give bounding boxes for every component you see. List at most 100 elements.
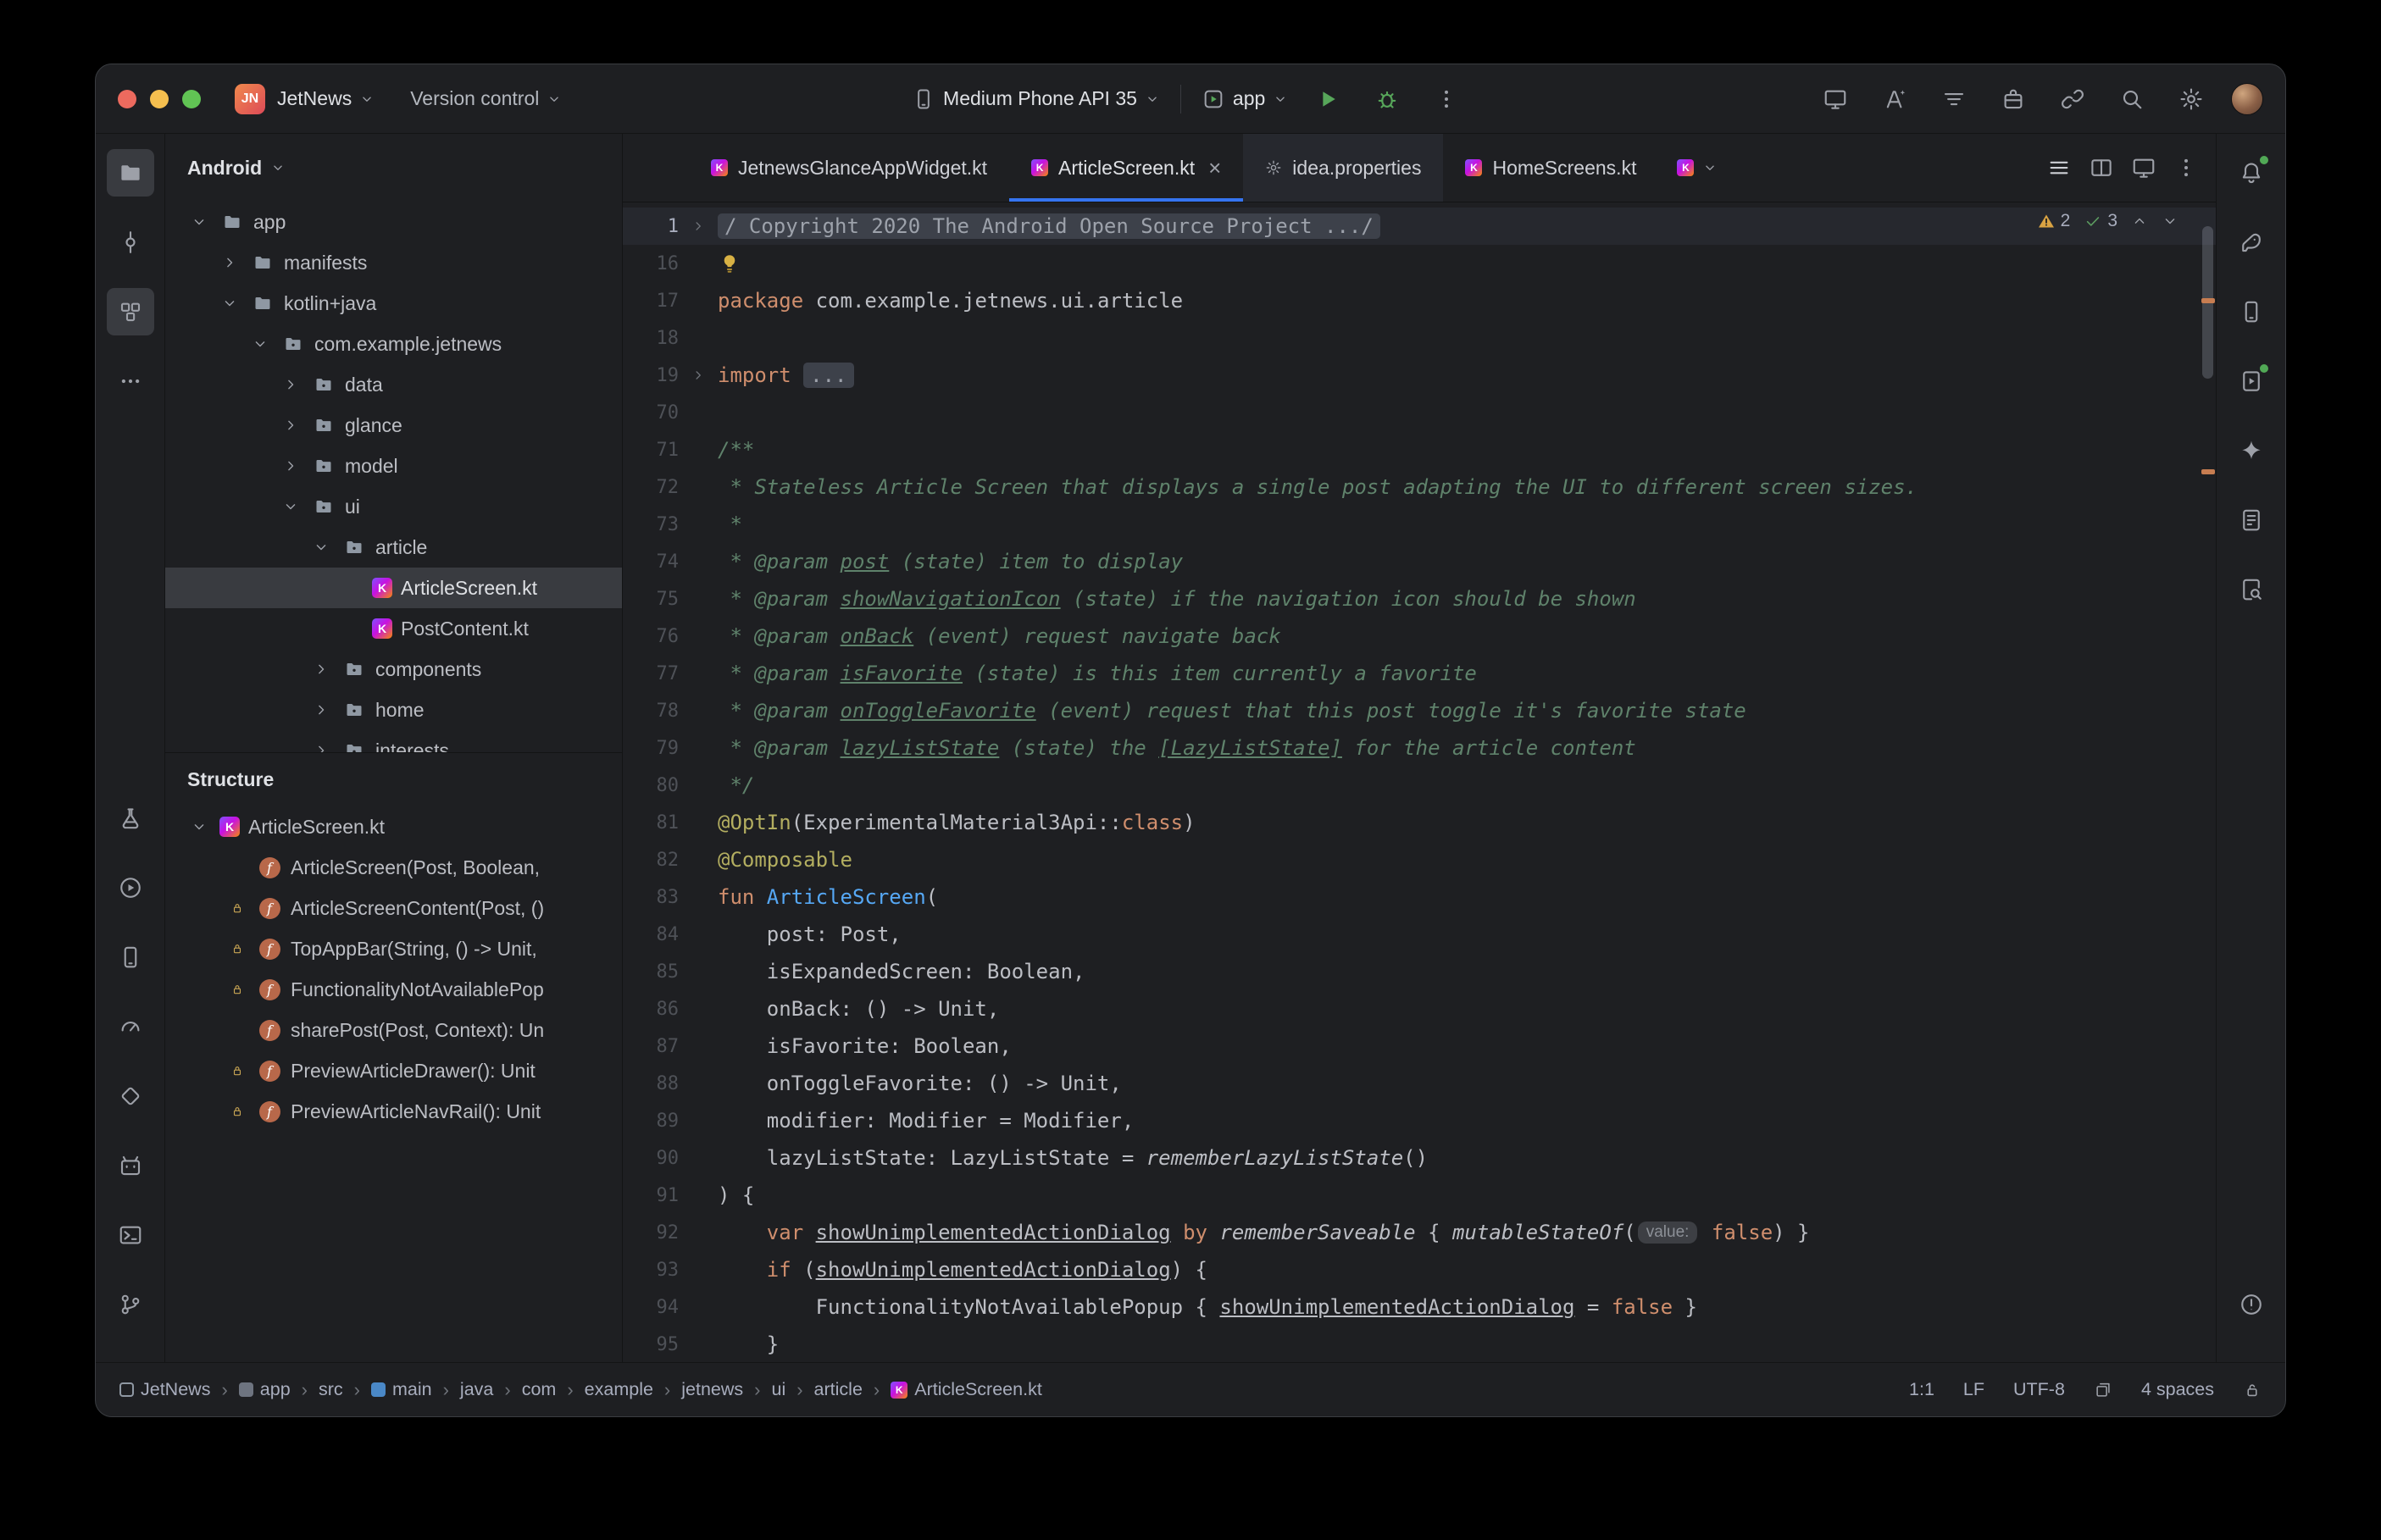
search-button[interactable] xyxy=(2112,80,2151,119)
problems-button[interactable] xyxy=(2228,1281,2275,1328)
commit-button[interactable] xyxy=(107,219,154,266)
app-inspection-button[interactable] xyxy=(107,1072,154,1120)
chevron-right-icon[interactable] xyxy=(309,742,333,752)
more-actions-button[interactable] xyxy=(1427,80,1466,119)
code-line-90[interactable]: 90 lazyListState: LazyListState = rememb… xyxy=(623,1139,2216,1177)
code-line-87[interactable]: 87 isFavorite: Boolean, xyxy=(623,1028,2216,1065)
project-view-selector[interactable]: Android xyxy=(165,134,622,202)
tab-jetnewsglanceappwidget-kt[interactable]: KJetnewsGlanceAppWidget.kt xyxy=(689,134,1009,202)
tab-homescreens-kt[interactable]: KHomeScreens.kt xyxy=(1443,134,1658,202)
structure-item-articlescreencontent-post[interactable]: fArticleScreenContent(Post, () xyxy=(165,888,622,928)
zoom-window-button[interactable] xyxy=(182,90,201,108)
code-line-78[interactable]: 78 * @param onToggleFavorite (event) req… xyxy=(623,692,2216,729)
chevron-right-icon[interactable] xyxy=(218,254,241,271)
code-line-18[interactable]: 18 xyxy=(623,319,2216,357)
services-button[interactable] xyxy=(107,864,154,911)
user-avatar[interactable] xyxy=(2231,83,2263,115)
gradle-button[interactable] xyxy=(2228,219,2275,266)
structure-item-topappbar-string-unit[interactable]: fTopAppBar(String, () -> Unit, xyxy=(165,928,622,969)
code-line-77[interactable]: 77 * @param isFavorite (state) is this i… xyxy=(623,655,2216,692)
editor-tabs-list-button[interactable] xyxy=(2046,155,2072,180)
chevron-right-icon[interactable] xyxy=(309,661,333,678)
debug-button[interactable] xyxy=(1368,80,1407,119)
warning-stripe-mark[interactable] xyxy=(2201,469,2215,474)
editor-scrollbar[interactable] xyxy=(2199,202,2216,1362)
code-line-76[interactable]: 76 * @param onBack (event) request navig… xyxy=(623,618,2216,655)
tree-item-manifests[interactable]: manifests xyxy=(165,242,622,283)
close-tab-icon[interactable]: × xyxy=(1208,157,1221,179)
tree-item-kotlin-java[interactable]: kotlin+java xyxy=(165,283,622,324)
device-streaming-button[interactable] xyxy=(1816,80,1855,119)
breadcrumb-item-src[interactable]: src xyxy=(319,1379,343,1400)
code-line-83[interactable]: 83fun ArticleScreen( xyxy=(623,878,2216,916)
tree-item-model[interactable]: model xyxy=(165,446,622,486)
gemini-button[interactable] xyxy=(2228,427,2275,474)
chevron-right-icon[interactable] xyxy=(279,376,302,393)
hidden-tabs-button[interactable]: K xyxy=(1677,159,1718,176)
profiler-button[interactable] xyxy=(107,1003,154,1050)
code-line-74[interactable]: 74 * @param post (state) item to display xyxy=(623,543,2216,580)
passed-indicator[interactable]: 3 xyxy=(2084,211,2117,231)
tab-articlescreen-kt[interactable]: KArticleScreen.kt× xyxy=(1009,134,1243,202)
structure-item-articlescreen-kt[interactable]: KArticleScreen.kt xyxy=(165,806,622,847)
tree-item-articlescreen-kt[interactable]: KArticleScreen.kt xyxy=(165,568,622,608)
code-line-17[interactable]: 17package com.example.jetnews.ui.article xyxy=(623,282,2216,319)
chevron-down-icon[interactable] xyxy=(187,818,211,835)
code-line-82[interactable]: 82@Composable xyxy=(623,841,2216,878)
notifications-button[interactable] xyxy=(2228,149,2275,197)
code-line-93[interactable]: 93 if (showUnimplementedActionDialog) { xyxy=(623,1251,2216,1288)
structure-item-sharepost-post-context-un[interactable]: fsharePost(Post, Context): Un xyxy=(165,1010,622,1050)
next-problem-button[interactable] xyxy=(2162,213,2178,230)
structure-item-previewarticledrawer-unit[interactable]: fPreviewArticleDrawer(): Unit xyxy=(165,1050,622,1091)
more-tool-windows-button[interactable] xyxy=(107,357,154,405)
structure-button[interactable] xyxy=(107,288,154,335)
running-devices-button[interactable] xyxy=(2228,357,2275,405)
editor-preview-button[interactable] xyxy=(2131,155,2156,180)
code-line-16[interactable]: 16 xyxy=(623,245,2216,282)
sync-button[interactable] xyxy=(2053,80,2092,119)
code-line-86[interactable]: 86 onBack: () -> Unit, xyxy=(623,990,2216,1028)
previous-problem-button[interactable] xyxy=(2131,213,2148,230)
breadcrumb-item-main[interactable]: main xyxy=(371,1379,432,1400)
code-line-79[interactable]: 79 * @param lazyListState (state) the [L… xyxy=(623,729,2216,767)
code-line-89[interactable]: 89 modifier: Modifier = Modifier, xyxy=(623,1102,2216,1139)
version-control-button[interactable] xyxy=(107,1281,154,1328)
code-line-84[interactable]: 84 post: Post, xyxy=(623,916,2216,953)
chevron-right-icon[interactable] xyxy=(279,417,302,434)
code-line-95[interactable]: 95 } xyxy=(623,1326,2216,1362)
code-line-80[interactable]: 80 */ xyxy=(623,767,2216,804)
code-line-91[interactable]: 91) { xyxy=(623,1177,2216,1214)
chevron-down-icon[interactable] xyxy=(309,539,333,556)
code-line-81[interactable]: 81@OptIn(ExperimentalMaterial3Api::class… xyxy=(623,804,2216,841)
code-line-19[interactable]: 19import ... xyxy=(623,357,2216,394)
split-editor-button[interactable] xyxy=(2089,155,2114,180)
file-encoding[interactable]: UTF-8 xyxy=(2013,1379,2065,1400)
structure-item-functionalitynotavailablepop[interactable]: fFunctionalityNotAvailablePop xyxy=(165,969,622,1010)
warning-stripe-mark[interactable] xyxy=(2201,298,2215,303)
ai-assistant-button[interactable] xyxy=(1875,80,1914,119)
code-line-85[interactable]: 85 isExpandedScreen: Boolean, xyxy=(623,953,2216,990)
chevron-down-icon[interactable] xyxy=(248,335,272,352)
tree-item-home[interactable]: home xyxy=(165,690,622,730)
breadcrumb-item-jetnews[interactable]: jetnews xyxy=(681,1379,743,1400)
breadcrumb-item-articlescreen-kt[interactable]: KArticleScreen.kt xyxy=(891,1379,1042,1400)
breadcrumb-item-jetnews[interactable]: JetNews xyxy=(119,1379,210,1400)
settings-button[interactable] xyxy=(2172,80,2211,119)
tree-item-interests[interactable]: interests xyxy=(165,730,622,752)
code-line-88[interactable]: 88 onToggleFavorite: () -> Unit, xyxy=(623,1065,2216,1102)
vcs-menu[interactable]: Version control xyxy=(410,87,562,110)
tree-item-article[interactable]: article xyxy=(165,527,622,568)
line-separator[interactable]: LF xyxy=(1963,1379,1984,1400)
warnings-indicator[interactable]: 2 xyxy=(2037,211,2071,231)
code-line-94[interactable]: 94 FunctionalityNotAvailablePopup { show… xyxy=(623,1288,2216,1326)
run-button[interactable] xyxy=(1308,80,1347,119)
logcat-button[interactable] xyxy=(107,1142,154,1189)
build-variants-button[interactable] xyxy=(107,795,154,842)
screen-share-icon[interactable] xyxy=(2094,1381,2112,1399)
device-manager-button[interactable] xyxy=(2228,288,2275,335)
tree-item-glance[interactable]: glance xyxy=(165,405,622,446)
code-editor[interactable]: 1/ Copyright 2020 The Android Open Sourc… xyxy=(623,202,2216,1362)
project-button[interactable] xyxy=(107,149,154,197)
code-line-92[interactable]: 92 var showUnimplementedActionDialog by … xyxy=(623,1214,2216,1251)
breadcrumb-item-java[interactable]: java xyxy=(460,1379,493,1400)
